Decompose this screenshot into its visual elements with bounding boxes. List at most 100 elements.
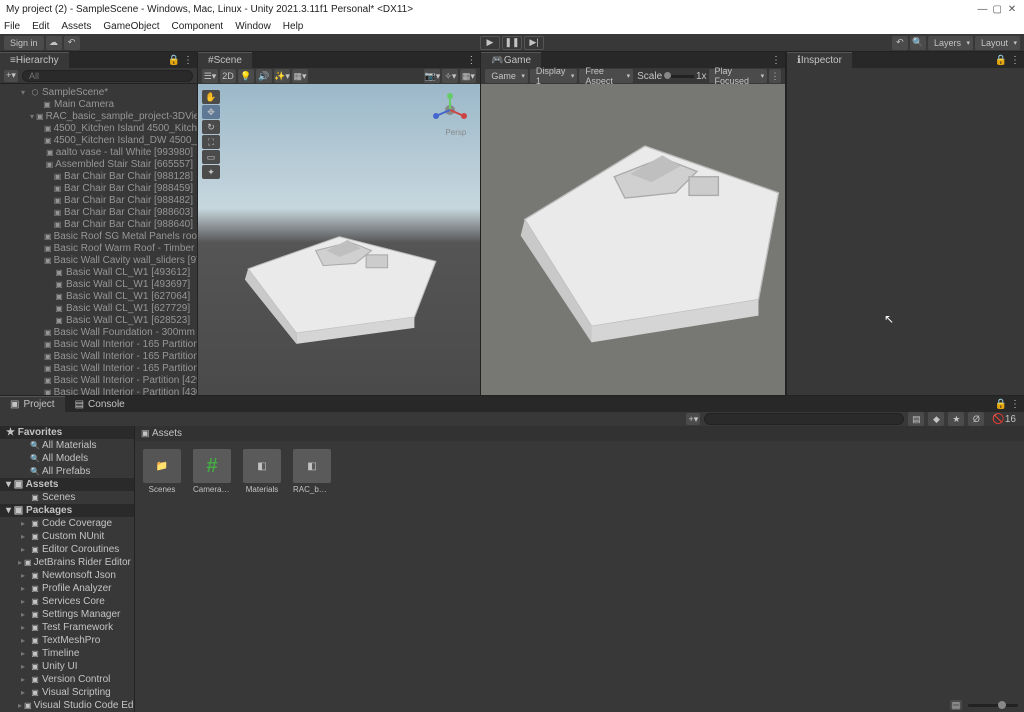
pause-icon[interactable]: ❚❚ [502, 36, 522, 50]
expand-icon[interactable]: ▸ [18, 597, 28, 606]
play-focused-dropdown[interactable]: Play Focused [709, 69, 768, 83]
filter-type-icon[interactable]: ▤ [908, 412, 924, 426]
expand-icon[interactable]: ▸ [18, 675, 28, 684]
project-create-icon[interactable]: +▾ [686, 413, 700, 425]
expand-icon[interactable]: ▸ [18, 636, 28, 645]
minimize-icon[interactable]: — [976, 4, 988, 15]
sign-in-button[interactable]: Sign in [4, 36, 44, 50]
asset-item[interactable]: ◧Materials [243, 449, 281, 494]
tree-row[interactable]: ▸▣TextMeshPro [0, 634, 134, 647]
hierarchy-tree[interactable]: ▾⬡SampleScene*▣Main Camera▾▣RAC_basic_sa… [0, 84, 197, 395]
tree-row[interactable]: ▸▣Profile Analyzer [0, 582, 134, 595]
tree-row[interactable]: ▸▣JetBrains Rider Editor [0, 556, 134, 569]
expand-icon[interactable]: ▸ [18, 649, 28, 658]
tree-row[interactable]: ▸▣Settings Manager [0, 608, 134, 621]
rotate-tool-icon[interactable]: ↻ [202, 120, 220, 134]
tree-row[interactable]: ▣Basic Wall CL_W1 [628523] [0, 314, 197, 326]
tree-row[interactable]: ▸▣Visual Scripting [0, 686, 134, 699]
tool-2d-icon[interactable]: 2D [220, 69, 236, 83]
expand-icon[interactable]: ▸ [18, 519, 28, 528]
cloud-icon[interactable]: ☁ [46, 36, 62, 50]
tree-row[interactable]: ▸▣Services Core [0, 595, 134, 608]
tree-row[interactable]: ▣Basic Wall CL_W1 [627064] [0, 290, 197, 302]
hidden-icon[interactable]: Ø [968, 412, 984, 426]
footer-icon[interactable]: ▤ [950, 700, 962, 710]
tool-light-icon[interactable]: 💡 [238, 69, 254, 83]
menu-file[interactable]: File [4, 21, 20, 32]
tree-row[interactable]: ▸▣Test Framework [0, 621, 134, 634]
game-canvas[interactable] [481, 84, 785, 395]
tree-row[interactable]: ▣Basic Roof Warm Roof - Timber [724430] [0, 242, 197, 254]
hierarchy-lock-icon[interactable]: 🔒 ⋮ [164, 55, 197, 66]
undo-history-icon[interactable]: ↶ [64, 36, 80, 50]
scene-tab-menu[interactable]: ⋮ [462, 55, 480, 66]
tree-row[interactable]: ▣Basic Wall CL_W1 [493697] [0, 278, 197, 290]
scene-tab[interactable]: # Scene [198, 52, 252, 68]
favorites-header[interactable]: ★ Favorites [0, 426, 134, 439]
expand-icon[interactable]: ▸ [18, 571, 28, 580]
tree-row[interactable]: ▸▣Newtonsoft Json [0, 569, 134, 582]
tree-row[interactable]: ▣Bar Chair Bar Chair [988482] [0, 194, 197, 206]
create-dropdown-icon[interactable]: +▾ [4, 70, 18, 82]
tree-row[interactable]: ▣Scenes [0, 491, 134, 504]
expand-icon[interactable]: ▸ [18, 662, 28, 671]
expand-icon[interactable]: ▸ [18, 701, 22, 710]
step-icon[interactable]: ▶| [524, 36, 544, 50]
tree-row[interactable]: ▣Basic Roof SG Metal Panels roof [243274… [0, 230, 197, 242]
expand-icon[interactable]: ▸ [18, 610, 28, 619]
menu-window[interactable]: Window [235, 21, 271, 32]
console-tab[interactable]: ▤ Console [65, 396, 135, 412]
tree-row[interactable]: ▣Basic Wall CL_W1 [493612] [0, 266, 197, 278]
search-icon[interactable]: 🔍 [910, 36, 926, 50]
transform-tool-icon[interactable]: ✦ [202, 165, 220, 179]
project-tab[interactable]: ▣ Project [0, 396, 65, 412]
assets-header[interactable]: ▾ ▣ Assets [0, 478, 134, 491]
project-search-input[interactable] [704, 413, 904, 425]
asset-item[interactable]: ◧RAC_basic... [293, 449, 331, 494]
menu-assets[interactable]: Assets [61, 21, 91, 32]
expand-icon[interactable]: ▾ [18, 88, 28, 97]
tree-row[interactable]: ▣Basic Wall Interior - Partition [429964… [0, 374, 197, 386]
tree-row[interactable]: 🔍All Materials [0, 439, 134, 452]
filter-label-icon[interactable]: ◆ [928, 412, 944, 426]
tree-row[interactable]: ▸▣Custom NUnit [0, 530, 134, 543]
game-menu-icon[interactable]: ⋮ [769, 69, 781, 83]
asset-item[interactable]: #CameraM... [193, 449, 231, 494]
scene-canvas[interactable]: ✋ ✥ ↻ ⛶ ▭ ✦ [198, 84, 480, 395]
tree-row[interactable]: ▣aalto vase - tall White [993980] [0, 146, 197, 158]
rect-tool-icon[interactable]: ▭ [202, 150, 220, 164]
inspector-tab[interactable]: ℹ Inspector [787, 52, 852, 68]
expand-icon[interactable]: ▸ [18, 558, 22, 567]
tree-row[interactable]: ▸▣Editor Coroutines [0, 543, 134, 556]
undo-icon[interactable]: ↶ [892, 36, 908, 50]
scale-slider[interactable] [664, 75, 694, 78]
tree-row[interactable]: ▣Bar Chair Bar Chair [988640] [0, 218, 197, 230]
tree-row[interactable]: ▣Assembled Stair Stair [665557] [0, 158, 197, 170]
tree-row[interactable]: ▣Basic Wall CL_W1 [627729] [0, 302, 197, 314]
tree-row[interactable]: ▸▣Timeline [0, 647, 134, 660]
tree-row[interactable]: ▸▣Version Control [0, 673, 134, 686]
expand-icon[interactable]: ▾ [30, 112, 34, 121]
display-dropdown[interactable]: Display 1 [530, 69, 578, 83]
tool-audio-icon[interactable]: 🔊 [256, 69, 272, 83]
tree-row[interactable]: ▣Main Camera [0, 98, 197, 110]
tree-row[interactable]: ▸▣Visual Studio Code Editor [0, 699, 134, 712]
tool-gizmos-icon[interactable]: ▦▾ [292, 69, 308, 83]
hierarchy-tab[interactable]: ≡ Hierarchy [0, 52, 69, 68]
menu-gameobject[interactable]: GameObject [103, 21, 159, 32]
expand-icon[interactable]: ▸ [18, 545, 28, 554]
tree-row[interactable]: 🔍All Prefabs [0, 465, 134, 478]
game-tab-menu[interactable]: ⋮ [767, 55, 785, 66]
expand-icon[interactable]: ▸ [18, 584, 28, 593]
expand-icon[interactable]: ▸ [18, 623, 28, 632]
inspector-lock-icon[interactable]: 🔒 ⋮ [991, 55, 1024, 66]
tool-fx-icon[interactable]: ✨▾ [274, 69, 290, 83]
project-tab-menu[interactable]: 🔒 ⋮ [991, 399, 1024, 410]
zoom-slider[interactable] [968, 704, 1018, 707]
tool-shaded-dropdown[interactable]: ☰▾ [202, 69, 218, 83]
tree-row[interactable]: 🔍All Models [0, 452, 134, 465]
move-tool-icon[interactable]: ✥ [202, 105, 220, 119]
game-tab[interactable]: 🎮 Game [481, 52, 541, 68]
camera-icon[interactable]: 📷▾ [424, 69, 440, 83]
breadcrumb[interactable]: ▣ Assets [135, 426, 1024, 441]
